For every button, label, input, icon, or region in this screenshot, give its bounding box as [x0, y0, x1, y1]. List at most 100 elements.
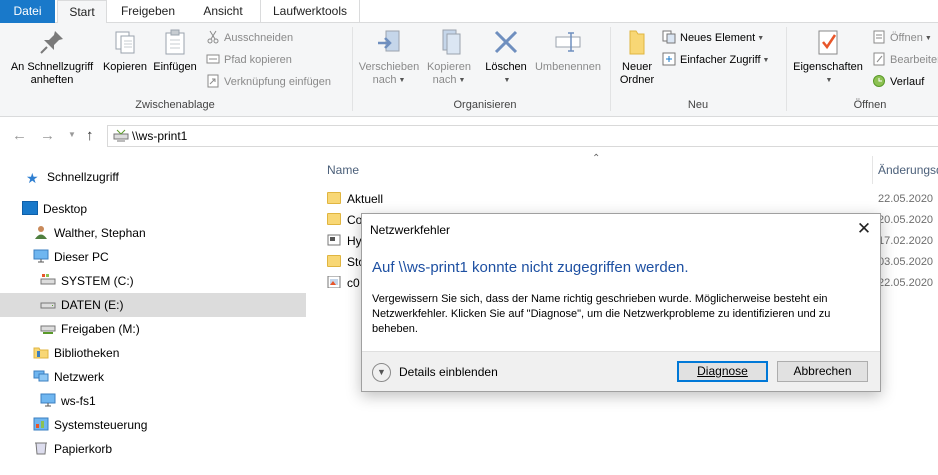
shortcut-icon [207, 74, 219, 88]
column-separator[interactable] [872, 156, 873, 184]
delete-button[interactable]: Löschen ▼ [480, 27, 532, 87]
nav-item-user[interactable]: Walther, Stephan [33, 222, 146, 244]
show-details-toggle[interactable]: Details einblenden [399, 365, 498, 379]
tab-freigeben[interactable]: Freigeben [108, 0, 188, 23]
nav-item-netzwerk[interactable]: Netzwerk [33, 366, 104, 388]
ribbon: An Schnellzugriff anheften Kopieren Einf… [0, 23, 938, 117]
file-date: 17.02.2020 [878, 235, 934, 247]
diagnose-label: Diagnose [697, 364, 748, 378]
diagnose-button[interactable]: Diagnose [677, 361, 768, 382]
nav-item-drive-e[interactable]: DATEN (E:) [40, 294, 123, 316]
close-icon[interactable]: ✕ [854, 219, 874, 239]
paste-shortcut-button[interactable]: Verknüpfung einfügen [206, 72, 331, 92]
nav-item-dieser-pc[interactable]: Dieser PC [33, 246, 109, 268]
nav-item-ws-fs1[interactable]: ws-fs1 [40, 390, 96, 412]
nav-label: Bibliotheken [54, 346, 120, 360]
cancel-button[interactable]: Abbrechen [777, 361, 868, 382]
nav-item-desktop[interactable]: Desktop [22, 198, 87, 220]
column-header-name[interactable]: Name [327, 163, 359, 177]
copy-button[interactable]: Kopieren [100, 27, 150, 74]
open-label: Öffnen [890, 32, 923, 44]
copy-path-button[interactable]: Pfad kopieren [206, 50, 292, 70]
nav-label: Desktop [43, 202, 88, 216]
nav-item-systemsteuerung[interactable]: Systemsteuerung [33, 414, 147, 436]
nav-label: Dieser PC [54, 250, 109, 264]
recent-locations-chevron-icon[interactable]: ▼ [68, 130, 76, 139]
new-folder-button[interactable]: Neuer Ordner [614, 27, 660, 87]
new-item-button[interactable]: Neues Element ▼ [662, 28, 764, 48]
back-arrow-icon[interactable]: ← [12, 127, 27, 144]
cut-button[interactable]: Ausschneiden [206, 28, 293, 48]
address-path: \\ws-print1 [132, 129, 188, 143]
rename-icon [555, 32, 581, 52]
file-date: 20.05.2020 [878, 214, 934, 226]
address-bar[interactable]: \\ws-print1 [107, 125, 938, 147]
column-header-date[interactable]: Änderungsd [878, 163, 938, 177]
recycle-bin-icon [35, 442, 47, 455]
copy-label: Kopieren [102, 61, 148, 73]
shortcut-file-icon [327, 234, 341, 246]
group-separator [352, 27, 353, 111]
history-button[interactable]: Verlauf [872, 72, 924, 92]
file-row[interactable]: Hy [327, 230, 362, 252]
file-row[interactable]: Aktuell [327, 188, 383, 210]
easy-access-button[interactable]: Einfacher Zugriff ▼ [662, 50, 769, 70]
cut-label: Ausschneiden [224, 32, 294, 44]
computer-icon [40, 393, 56, 407]
pin-label: An Schnellzugriff anheften [10, 61, 94, 86]
copy-path-label: Pfad kopieren [224, 54, 292, 66]
edit-button[interactable]: Bearbeiten [872, 50, 938, 70]
nav-label: Netzwerk [54, 370, 105, 384]
nav-item-drive-c[interactable]: SYSTEM (C:) [40, 270, 134, 292]
desktop-icon [22, 201, 38, 215]
tab-start[interactable]: Start [57, 0, 107, 24]
nav-label: Schnellzugriff [47, 170, 119, 184]
nav-item-bibliotheken[interactable]: Bibliotheken [33, 342, 119, 364]
history-label: Verlauf [890, 76, 925, 88]
easy-access-icon [662, 52, 676, 66]
delete-label: Löschen [485, 61, 527, 73]
user-icon [35, 226, 47, 239]
group-separator [786, 27, 787, 111]
nav-label: Freigaben (M:) [61, 322, 140, 336]
chevron-down-icon[interactable]: ▼ [372, 363, 391, 382]
move-to-button[interactable]: Verschieben nach ▼ [356, 27, 422, 87]
nav-item-drive-m[interactable]: Freigaben (M:) [40, 318, 140, 340]
tab-ansicht[interactable]: Ansicht [188, 0, 258, 23]
move-to-label: Verschieben nach [358, 61, 420, 86]
paste-label: Einfügen [153, 61, 197, 73]
dialog-message: Vergewissern Sie sich, dass der Name ric… [372, 293, 831, 335]
properties-button[interactable]: Eigenschaften ▼ [788, 27, 868, 87]
file-name: Aktuell [347, 192, 384, 206]
pin-icon [40, 31, 63, 54]
tab-laufwerktools[interactable]: Laufwerktools [260, 0, 360, 23]
network-drive-icon [113, 129, 129, 142]
forward-arrow-icon[interactable]: → [40, 127, 55, 144]
group-label-organize: Organisieren [453, 99, 517, 111]
paste-shortcut-label: Verknüpfung einfügen [224, 76, 332, 88]
file-row[interactable]: c0 [327, 272, 360, 294]
nav-item-papierkorb[interactable]: Papierkorb [33, 438, 112, 460]
pin-quick-access-button[interactable]: An Schnellzugriff anheften [4, 27, 100, 87]
file-row[interactable]: Co [327, 209, 362, 231]
properties-icon [818, 30, 838, 55]
nav-label: ws-fs1 [61, 394, 96, 408]
file-date: 22.05.2020 [878, 193, 934, 205]
file-row[interactable]: Sto [327, 251, 365, 273]
up-arrow-icon[interactable]: ↑ [86, 127, 94, 144]
rename-label: Umbenennen [534, 61, 602, 73]
nav-label: Systemsteuerung [54, 418, 148, 432]
path-icon [206, 54, 220, 64]
sort-up-chevron-icon: ⌃ [592, 153, 601, 164]
rename-button[interactable]: Umbenennen [532, 27, 604, 74]
copy-to-button[interactable]: Kopieren nach ▼ [422, 27, 476, 87]
paste-button[interactable]: Einfügen [150, 27, 200, 74]
drive-icon [40, 302, 56, 309]
copy-icon [115, 31, 135, 54]
folder-icon [327, 213, 341, 225]
tab-datei[interactable]: Datei [0, 0, 55, 23]
group-label-new: Neu [687, 99, 709, 111]
open-button[interactable]: Öffnen ▼ [872, 28, 932, 48]
ribbon-tab-bar: Datei Start Freigeben Ansicht Laufwerkto… [0, 0, 938, 24]
nav-item-schnellzugriff[interactable]: ★ Schnellzugriff [26, 166, 119, 188]
